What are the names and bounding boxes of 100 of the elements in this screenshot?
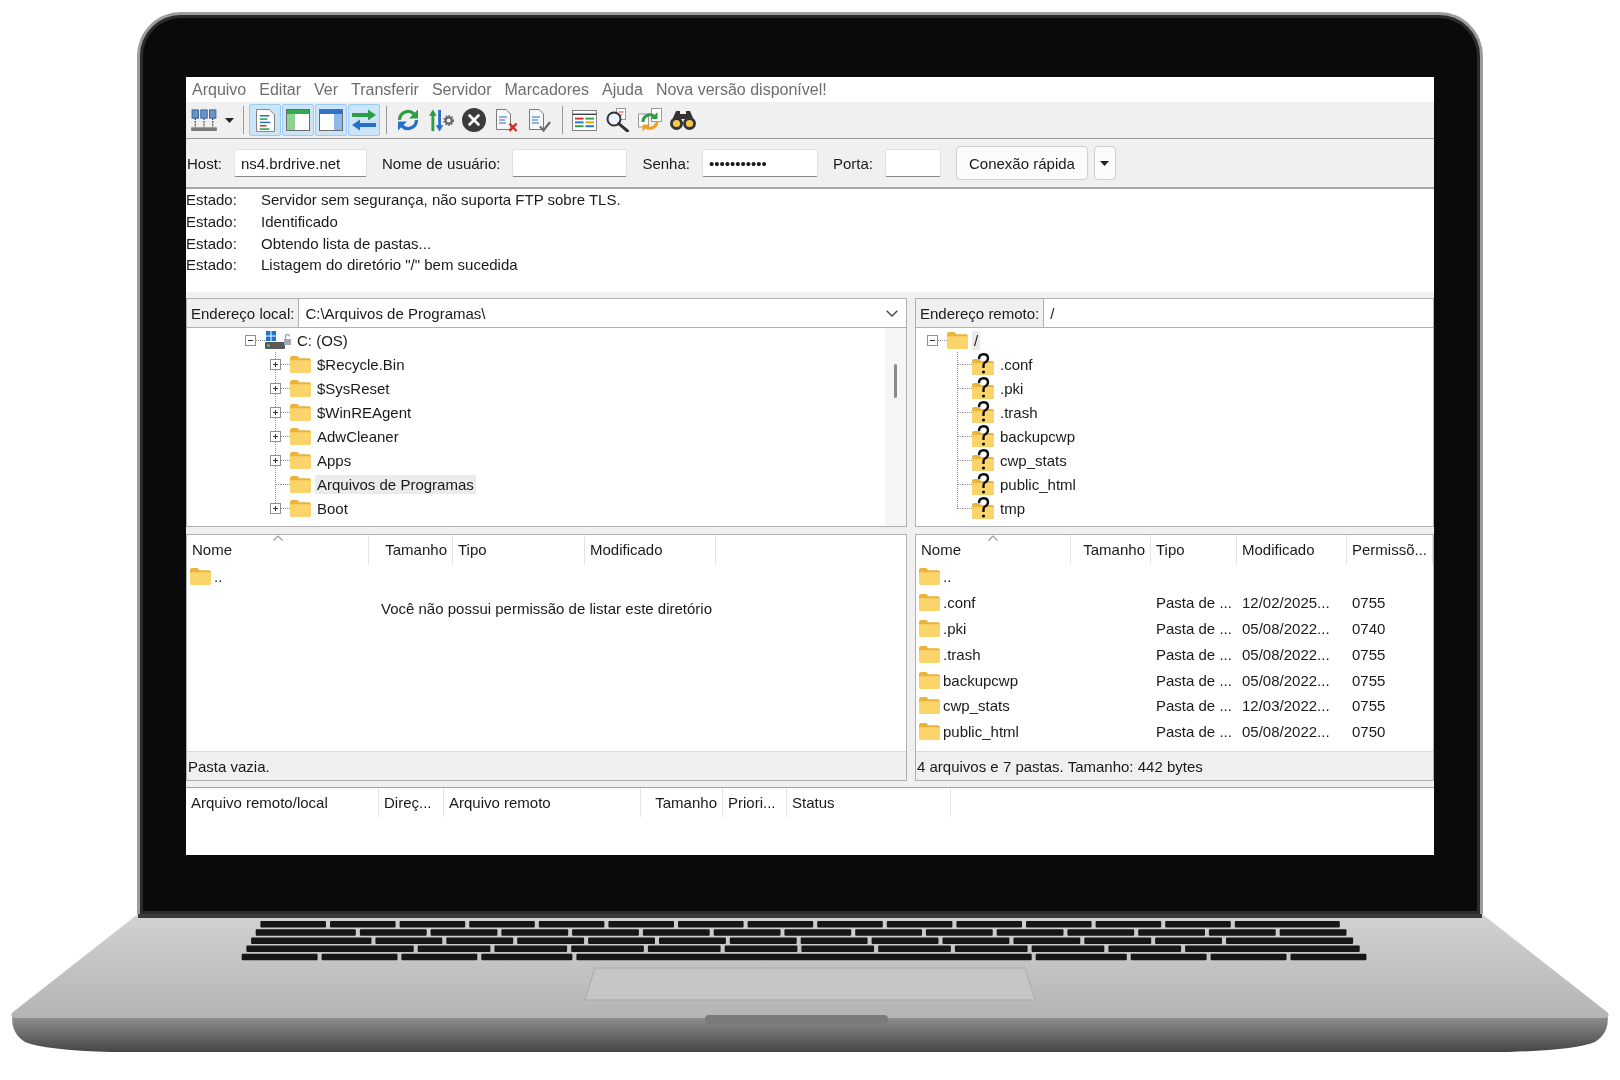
toggle-button[interactable]	[348, 104, 380, 136]
log-message: Identificado	[261, 213, 338, 231]
folder-question-icon	[972, 425, 994, 447]
toggle-button[interactable]	[249, 104, 281, 136]
file-name[interactable]: ..	[214, 568, 223, 586]
refresh-icon	[396, 108, 420, 132]
tree-item[interactable]: $Recycle.Bin	[315, 354, 407, 374]
log-label: Estado:	[186, 191, 238, 209]
tree-item[interactable]: AdwCleaner	[315, 426, 401, 446]
folder-icon	[290, 403, 311, 421]
caret-icon	[224, 117, 234, 123]
tree-item[interactable]: Boot	[315, 498, 350, 518]
file-type: Pasta de ...	[1156, 697, 1232, 715]
two-arrows-icon	[351, 109, 377, 131]
file-name[interactable]: public_html	[943, 723, 1019, 741]
menu-item[interactable]: Editar	[259, 80, 302, 99]
log-label: Estado:	[186, 234, 238, 252]
password-field[interactable]: •••••••••••	[701, 149, 818, 177]
host-field[interactable]: ns4.brdrive.net	[234, 149, 367, 177]
tree-item[interactable]: tmp	[998, 498, 1027, 518]
address-label: Endereço local:	[186, 298, 300, 328]
sort-caret-icon	[272, 535, 283, 541]
minus-box-icon[interactable]	[927, 334, 938, 346]
log-message: Obtendo lista de pastas...	[261, 234, 432, 252]
username-field[interactable]	[512, 149, 628, 177]
port-field[interactable]	[885, 149, 941, 177]
document-cross-icon	[496, 108, 518, 132]
address-field[interactable]: C:\Arquivos de Programas\	[299, 298, 907, 328]
drive-icon	[265, 331, 291, 349]
plus-box-icon[interactable]	[270, 358, 281, 370]
plus-box-icon[interactable]	[270, 454, 281, 466]
file-name[interactable]: backupcwp	[943, 671, 1019, 689]
tree-item[interactable]: .pki	[998, 378, 1026, 398]
caret-icon	[1100, 160, 1110, 166]
field-label: Host:	[187, 154, 222, 172]
file-permissions: 0755	[1352, 697, 1386, 715]
folder-icon	[290, 427, 311, 445]
folder-icon	[947, 331, 968, 349]
field-label: Porta:	[832, 154, 873, 172]
menu-item[interactable]: Arquivo	[192, 80, 247, 99]
status-text: 4 arquivos e 7 pastas. Tamanho: 442 bytes	[917, 757, 1203, 775]
log-message: Listagem do diretório "/" bem sucedida	[261, 256, 518, 274]
file-name[interactable]: cwp_stats	[943, 697, 1010, 715]
file-permissions: 0755	[1352, 671, 1386, 689]
folder-icon	[290, 451, 311, 469]
tree-item[interactable]: C: (OS)	[295, 330, 350, 350]
folder-icon	[290, 475, 311, 493]
quickconnect-button[interactable]: Conexão rápida	[956, 146, 1088, 180]
file-name[interactable]: ..	[943, 568, 952, 586]
plus-box-icon[interactable]	[270, 502, 281, 514]
file-modified: 12/02/2025...	[1242, 594, 1330, 612]
scrollbar-thumb[interactable]	[894, 364, 897, 398]
tree-item[interactable]: Arquivos de Programas	[315, 474, 476, 494]
sync-arrows-icon	[638, 108, 662, 132]
window-right-pane-icon	[319, 109, 343, 131]
plus-box-icon[interactable]	[270, 430, 281, 442]
menu-item[interactable]: Marcadores	[504, 80, 589, 99]
tree-item[interactable]: Apps	[315, 450, 354, 470]
menu-item[interactable]: Servidor	[431, 80, 492, 99]
folder-icon	[290, 379, 311, 397]
folder-question-icon	[972, 377, 994, 399]
folder-question-icon	[972, 473, 994, 495]
menu-item[interactable]: Ajuda	[602, 80, 643, 99]
plus-box-icon[interactable]	[270, 406, 281, 418]
status-text: Pasta vazia.	[188, 757, 270, 775]
file-permissions: 0755	[1352, 594, 1386, 612]
tree-item[interactable]: cwp_stats	[998, 450, 1069, 470]
toggle-button[interactable]	[282, 104, 314, 136]
address-label: Endereço remoto:	[915, 298, 1045, 328]
tree-item[interactable]: backupcwp	[998, 426, 1078, 446]
cancel-icon	[462, 108, 486, 132]
menu-item[interactable]: Transferir	[351, 80, 419, 99]
tree-item[interactable]: .trash	[998, 402, 1040, 422]
menu-item[interactable]: Nova versão disponível!	[655, 80, 827, 99]
folder-question-icon	[972, 401, 994, 423]
address-field[interactable]: /	[1044, 298, 1434, 328]
file-name[interactable]: .trash	[943, 645, 981, 663]
file-name[interactable]: .pki	[943, 620, 967, 637]
folder-icon	[919, 568, 940, 586]
minus-box-icon[interactable]	[245, 334, 256, 346]
folder-icon	[190, 568, 211, 586]
toggle-button[interactable]	[315, 104, 347, 136]
menu-item[interactable]: Ver	[314, 80, 339, 99]
sort-caret-icon	[988, 535, 998, 541]
tree-item[interactable]: public_html	[998, 474, 1078, 494]
field-label: Nome de usuário:	[382, 154, 501, 172]
tree-item[interactable]: /	[972, 330, 981, 350]
dropdown-button[interactable]	[1093, 146, 1116, 180]
window-left-pane-icon	[286, 109, 310, 131]
list-message: Você não possui permissão de listar este diretório	[381, 599, 712, 617]
search-icon	[605, 108, 629, 132]
log-message: Servidor sem segurança, não suporta FTP sobre TLS.	[261, 191, 621, 209]
tree-item[interactable]: $WinREAgent	[315, 402, 414, 422]
scrollbar-track[interactable]	[885, 328, 906, 526]
folder-icon	[290, 355, 311, 373]
tree-item[interactable]: .conf	[998, 354, 1035, 374]
log-label: Estado:	[186, 213, 238, 231]
tree-item[interactable]: $SysReset	[315, 378, 392, 398]
file-name[interactable]: .conf	[943, 594, 976, 612]
plus-box-icon[interactable]	[270, 382, 281, 394]
